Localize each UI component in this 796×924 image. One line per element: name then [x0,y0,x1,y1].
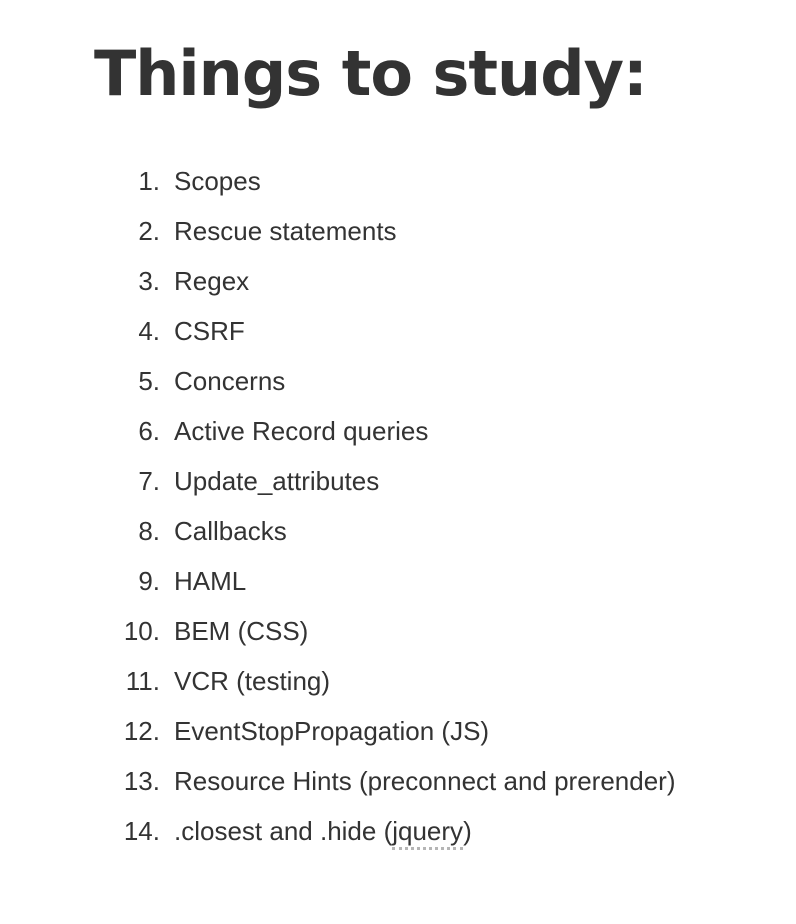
list-item-text: .closest and .hide (jquery) [174,815,472,850]
list-item-number: 6. [138,415,160,446]
list-item-number: 14. [123,815,160,846]
document-page: Things to study: 1. Scopes 2. Rescue sta… [0,0,796,924]
list-item-number: 12. [123,715,160,746]
list-item-number: 11. [125,665,160,696]
list-item: 8. Callbacks [0,506,675,556]
list-item-number: 7. [138,465,160,496]
page-title: Things to study: [94,37,648,110]
list-item-number: 3. [138,265,160,296]
study-list: 1. Scopes 2. Rescue statements 3. Regex … [0,156,675,856]
list-item-text: Callbacks [174,515,287,546]
list-item-text: Resource Hints (preconnect and prerender… [174,765,676,796]
list-item-text: Scopes [174,165,261,196]
list-item-text: EventStopPropagation (JS) [174,715,490,746]
list-item-text: CSRF [174,315,245,346]
list-item: 7. Update_attributes [0,456,675,506]
list-item-number: 2. [138,215,160,246]
list-item-number: 13. [123,765,160,796]
list-item-text: VCR (testing) [174,665,331,696]
list-item-text: Update_attributes [174,465,380,496]
list-item-number: 5. [138,365,160,396]
list-item-text-before: .closest and .hide ( [174,815,393,846]
list-item-text: Rescue statements [174,215,397,246]
list-item: 14. .closest and .hide (jquery) [0,806,675,856]
list-item-number: 9. [138,565,160,596]
list-item: 10. BEM (CSS) [0,606,675,656]
list-item: 9. HAML [0,556,675,606]
list-item-number: 1. [138,165,160,196]
list-item: 3. Regex [0,256,675,306]
spellcheck-marked-word: jquery [392,815,464,850]
list-item: 1. Scopes [0,156,675,206]
list-item-text-after: ) [463,815,472,846]
list-item: 13. Resource Hints (preconnect and prere… [0,756,676,806]
list-item: 4. CSRF [0,306,675,356]
list-item: 2. Rescue statements [0,206,675,256]
list-item-number: 10. [123,615,160,646]
list-item: 12. EventStopPropagation (JS) [0,706,675,756]
list-item: 5. Concerns [0,356,675,406]
list-item-text: HAML [174,565,247,596]
list-item-text: BEM (CSS) [174,615,309,646]
list-item: 6. Active Record queries [0,406,675,456]
list-item-number: 8. [138,515,160,546]
list-item-text: Active Record queries [174,415,429,446]
list-item-text: Regex [174,265,250,296]
list-item-number: 4. [138,315,160,346]
list-item-text: Concerns [174,365,286,396]
list-item: 11. VCR (testing) [0,656,675,706]
